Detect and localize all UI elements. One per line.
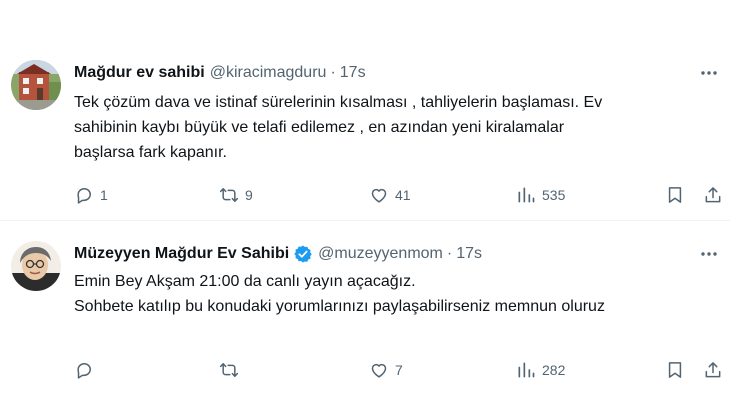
tweet-text: Emin Bey Akşam 21:00 da canlı yayın açac… bbox=[74, 269, 724, 319]
reply-count: 1 bbox=[100, 187, 108, 203]
action-bar: 1 9 41 535 bbox=[0, 183, 730, 207]
like-button[interactable]: 41 bbox=[369, 183, 411, 207]
share-button[interactable] bbox=[703, 358, 723, 382]
like-count: 7 bbox=[395, 362, 403, 378]
repost-arrows-icon bbox=[219, 188, 239, 202]
reply-button[interactable] bbox=[74, 358, 100, 382]
heart-icon bbox=[371, 363, 387, 378]
separator-dot: · bbox=[330, 64, 336, 81]
heart-icon bbox=[371, 188, 387, 203]
tweet-text-line: Sohbete katılıp bu konudaki yorumlarınız… bbox=[74, 298, 605, 315]
timestamp[interactable]: 17s bbox=[456, 243, 482, 265]
user-handle[interactable]: @muzeyyenmom bbox=[318, 243, 443, 265]
action-bar: 7 282 bbox=[0, 358, 730, 382]
avatar[interactable] bbox=[11, 60, 61, 110]
tweet-header: Müzeyyen Mağdur Ev Sahibi @muzeyyenmom ·… bbox=[74, 243, 482, 265]
more-horizontal-icon bbox=[701, 252, 717, 256]
reply-button[interactable]: 1 bbox=[74, 183, 108, 207]
repost-count: 9 bbox=[245, 187, 253, 203]
display-name[interactable]: Mağdur ev sahibi bbox=[74, 62, 205, 84]
share-upload-icon bbox=[705, 187, 721, 203]
repost-arrows-icon bbox=[219, 363, 239, 377]
repost-button[interactable] bbox=[219, 358, 245, 382]
tweet-text-line: sahibinin kaybı büyük ve telafi edilemez… bbox=[74, 119, 565, 136]
bar-chart-icon bbox=[518, 362, 535, 378]
tweet-header: Mağdur ev sahibi @kiracimagduru · 17s bbox=[74, 62, 366, 84]
user-handle[interactable]: @kiracimagduru bbox=[210, 62, 327, 84]
like-button[interactable]: 7 bbox=[369, 358, 403, 382]
more-options-button[interactable] bbox=[698, 62, 720, 84]
share-upload-icon bbox=[705, 362, 721, 378]
bookmark-button[interactable] bbox=[665, 358, 685, 382]
verified-badge-icon bbox=[294, 245, 312, 263]
like-count: 41 bbox=[395, 187, 411, 203]
more-options-button[interactable] bbox=[698, 243, 720, 265]
views-button[interactable]: 535 bbox=[516, 183, 565, 207]
view-count: 535 bbox=[542, 187, 566, 203]
views-button[interactable]: 282 bbox=[516, 358, 565, 382]
bookmark-button[interactable] bbox=[665, 183, 685, 207]
repost-button[interactable]: 9 bbox=[219, 183, 253, 207]
separator-dot: · bbox=[446, 245, 453, 262]
tweet-text-line: Emin Bey Akşam 21:00 da canlı yayın açac… bbox=[74, 273, 416, 290]
avatar[interactable] bbox=[11, 241, 61, 291]
more-horizontal-icon bbox=[701, 71, 717, 75]
tweet-text-line: Tek çözüm dava ve istinaf sürelerinin kı… bbox=[74, 94, 603, 111]
tweet[interactable]: Müzeyyen Mağdur Ev Sahibi @muzeyyenmom ·… bbox=[0, 221, 730, 420]
reply-bubble-icon bbox=[77, 188, 91, 204]
reply-bubble-icon bbox=[77, 363, 91, 379]
share-button[interactable] bbox=[703, 183, 723, 207]
tweet-text-line: başlarsa fark kapanır. bbox=[74, 144, 227, 161]
view-count: 282 bbox=[542, 362, 566, 378]
display-name[interactable]: Müzeyyen Mağdur Ev Sahibi bbox=[74, 243, 289, 265]
timestamp[interactable]: 17s bbox=[340, 62, 366, 84]
tweet[interactable]: Mağdur ev sahibi @kiracimagduru · 17s Te… bbox=[0, 0, 730, 221]
tweet-text: Tek çözüm dava ve istinaf sürelerinin kı… bbox=[74, 90, 724, 165]
bookmark-icon bbox=[668, 187, 682, 203]
bar-chart-icon bbox=[518, 187, 535, 203]
bookmark-icon bbox=[668, 362, 682, 378]
